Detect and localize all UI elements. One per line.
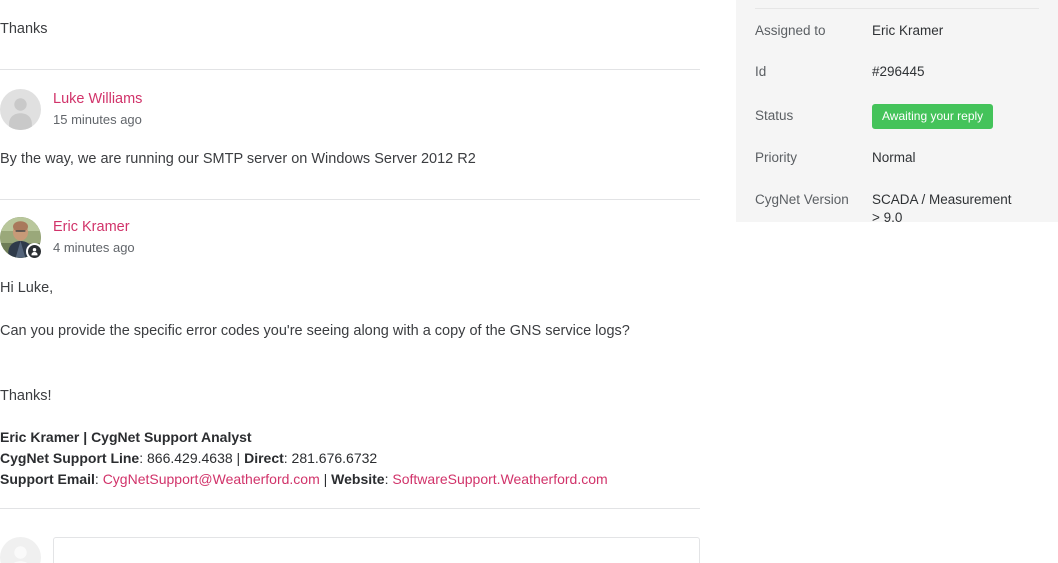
avatar-image <box>0 89 41 130</box>
message-question: Can you provide the specific error codes… <box>0 323 630 340</box>
message-timestamp: 15 minutes ago <box>53 112 142 128</box>
property-id: Id #296445 <box>755 63 1044 81</box>
message-luke-williams: Luke Williams 15 minutes ago By the way,… <box>0 89 700 170</box>
message-divider-1 <box>0 69 700 70</box>
message-text: By the way, we are running our SMTP serv… <box>0 151 476 167</box>
sidebar-divider <box>755 8 1039 9</box>
support-email-link[interactable]: CygNetSupport@Weatherford.com <box>103 471 320 487</box>
signature-line-name: Eric Kramer | CygNet Support Analyst <box>0 429 252 446</box>
agent-badge-icon <box>26 243 43 260</box>
property-label: Status <box>755 108 794 124</box>
ticket-properties-sidebar: Assigned to Eric Kramer Id #296445 Statu… <box>736 0 1058 225</box>
property-priority: Priority Normal <box>755 149 1044 167</box>
message-header: Eric Kramer 4 minutes ago <box>0 217 700 260</box>
signature-line-contacts: Support Email: CygNetSupport@Weatherford… <box>0 471 608 488</box>
avatar-image <box>0 537 41 563</box>
property-value: Normal <box>872 150 916 166</box>
reply-input[interactable] <box>53 537 700 563</box>
message-timestamp: 4 minutes ago <box>53 240 135 256</box>
email-signature: Eric Kramer | CygNet Support Analyst Cyg… <box>0 427 700 490</box>
text-spacer <box>0 343 700 385</box>
text-spacer <box>0 299 700 320</box>
avatar[interactable] <box>0 89 41 130</box>
property-value: Awaiting your reply <box>872 104 994 130</box>
message-author-link[interactable]: Luke Williams <box>53 90 142 108</box>
conversation-thread: Thanks Luke Williams 15 minutes ago By t… <box>0 0 720 563</box>
previous-message-tail: Thanks <box>0 18 700 40</box>
property-value: SCADA / Measurement > 9.0 <box>872 191 1012 225</box>
property-value: #296445 <box>872 64 925 80</box>
avatar[interactable] <box>0 217 43 260</box>
message-header: Luke Williams 15 minutes ago <box>0 89 700 130</box>
message-closing: Thanks! <box>0 387 52 404</box>
reply-composer <box>0 537 700 563</box>
property-label: Assigned to <box>755 23 826 38</box>
ticket-conversation-page: Thanks Luke Williams 15 minutes ago By t… <box>0 0 1058 563</box>
property-assigned-to: Assigned to Eric Kramer <box>755 22 1044 40</box>
message-divider-3 <box>0 508 700 509</box>
property-cygnet-version: CygNet Version SCADA / Measurement > 9.0 <box>755 191 1044 227</box>
signature-line-phones: CygNet Support Line: 866.429.4638 | Dire… <box>0 450 378 467</box>
property-value: Eric Kramer <box>872 23 944 38</box>
message-divider-2 <box>0 199 700 200</box>
property-label: Id <box>755 64 767 80</box>
support-line-phone: 866.429.4638 <box>147 450 233 467</box>
website-link[interactable]: SoftwareSupport.Weatherford.com <box>392 471 607 487</box>
message-meta: Luke Williams 15 minutes ago <box>53 89 142 130</box>
property-label: Priority <box>755 150 798 166</box>
reply-textarea[interactable] <box>54 538 699 563</box>
message-author-link[interactable]: Eric Kramer <box>53 218 135 236</box>
direct-phone: 281.676.6732 <box>291 450 378 467</box>
message-greeting: Hi Luke, <box>0 280 54 296</box>
message-text: Thanks <box>0 21 48 37</box>
status-badge[interactable]: Awaiting your reply <box>872 104 994 130</box>
message-eric-kramer: Eric Kramer 4 minutes ago Hi Luke, Can y… <box>0 217 700 490</box>
property-status: Status Awaiting your reply <box>755 104 1044 130</box>
avatar[interactable] <box>0 537 41 563</box>
ticket-properties-list: Assigned to Eric Kramer Id #296445 Statu… <box>755 22 1044 227</box>
message-meta: Eric Kramer 4 minutes ago <box>53 217 135 258</box>
property-label: CygNet Version <box>755 191 849 207</box>
